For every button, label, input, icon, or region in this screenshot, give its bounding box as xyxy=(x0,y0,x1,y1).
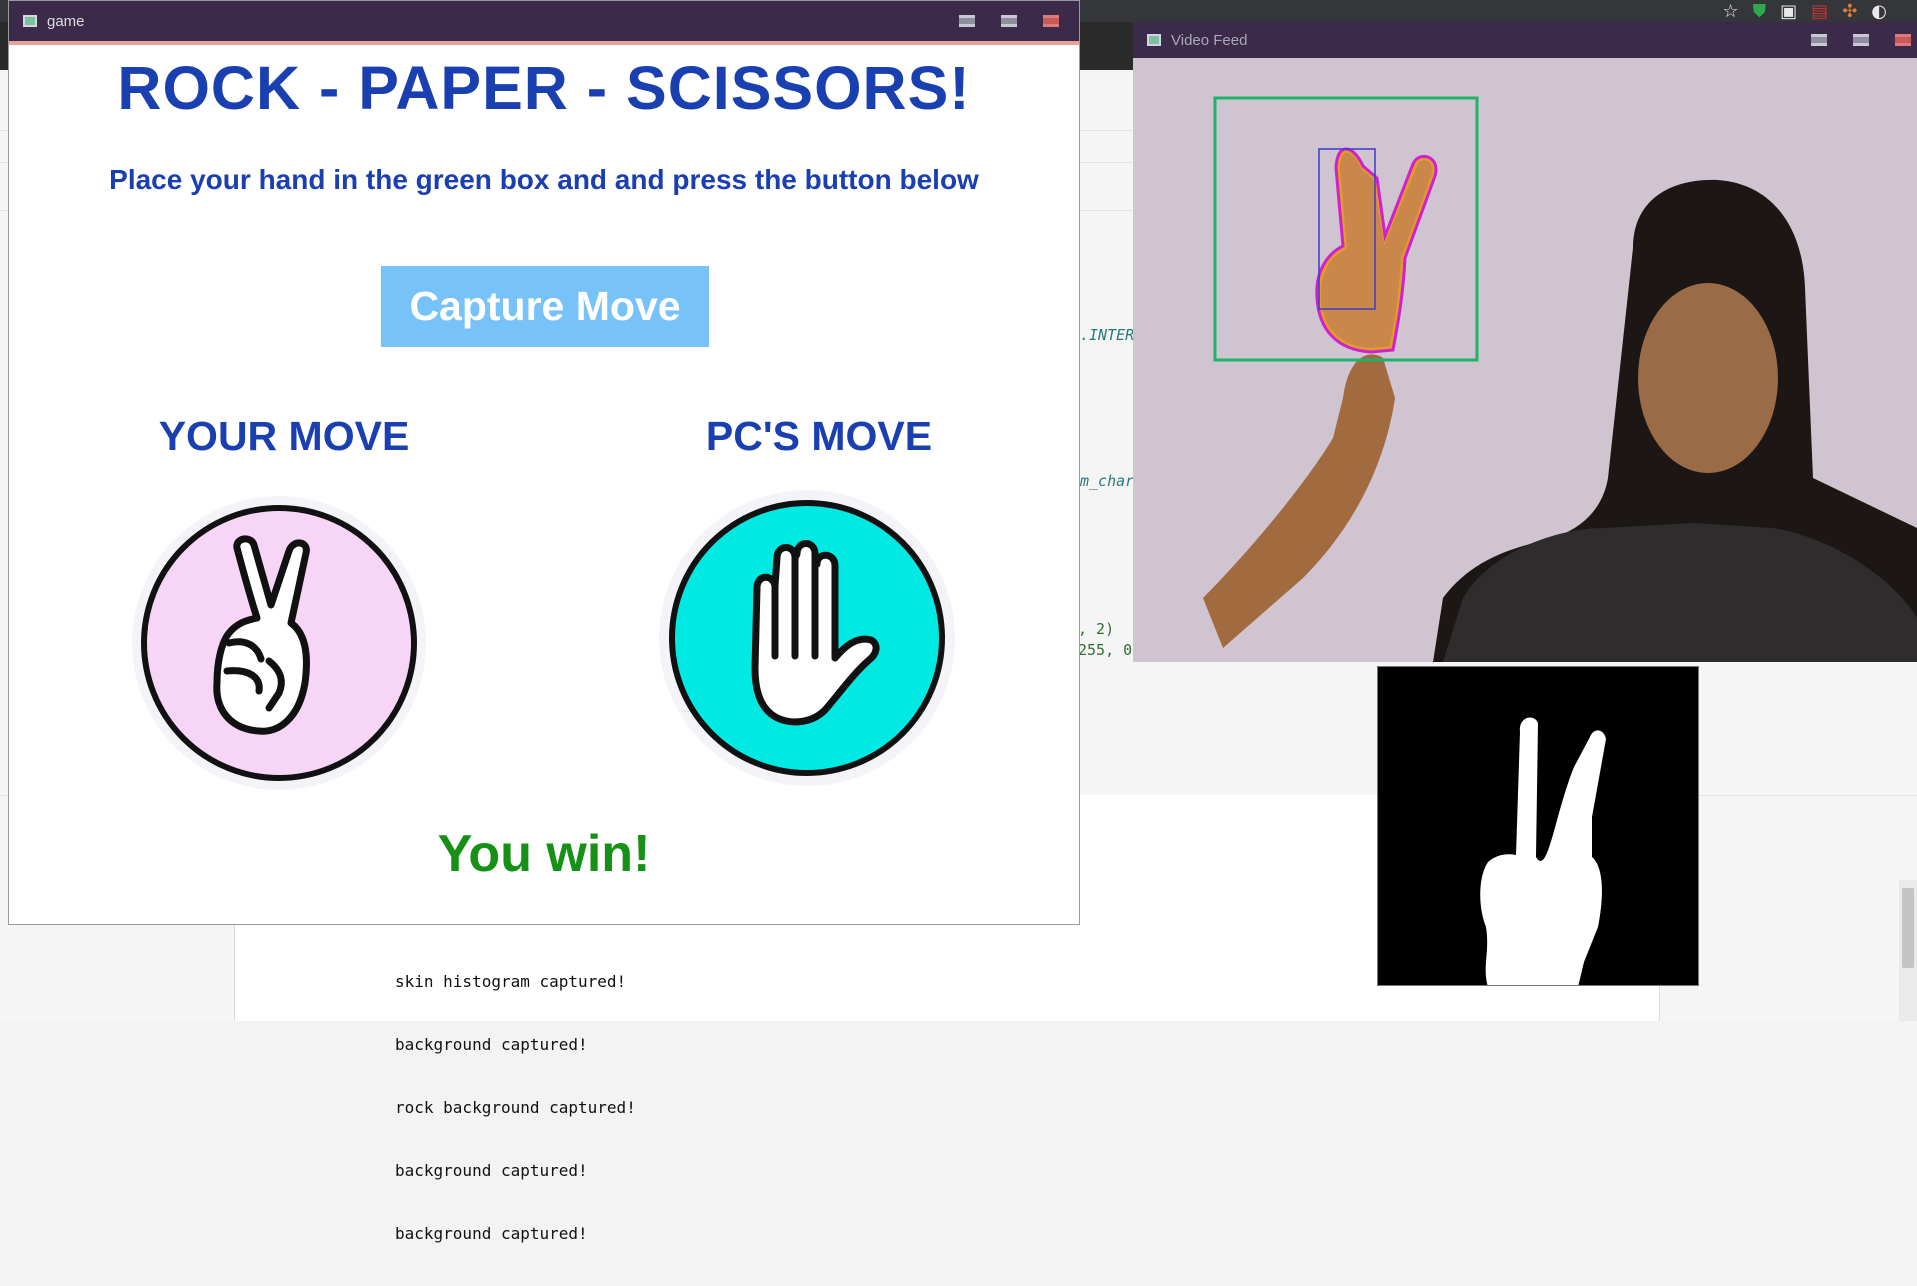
hand-mask-window xyxy=(1377,666,1699,986)
close-icon[interactable] xyxy=(1043,15,1059,27)
pdf-icon[interactable]: ▤ xyxy=(1811,1,1828,22)
game-instruction: Place your hand in the green box and and… xyxy=(109,164,979,195)
console-line: skin histogram captured! xyxy=(395,972,627,991)
window-app-icon xyxy=(1147,34,1161,46)
close-icon[interactable] xyxy=(1895,34,1911,46)
code-fragment: 255, 0 xyxy=(1078,641,1133,659)
profile-icon[interactable]: ◐ xyxy=(1871,1,1887,22)
console-line: background captured! xyxy=(395,1224,588,1243)
code-fragment: .INTER xyxy=(1080,326,1135,344)
game-heading: ROCK - PAPER - SCISSORS! xyxy=(117,54,971,122)
your-move-display xyxy=(132,496,426,790)
maximize-icon[interactable] xyxy=(1853,34,1869,46)
game-window: game ROCK - PAPER - SCISSORS! Place your… xyxy=(8,0,1080,925)
your-move-label: YOUR MOVE xyxy=(158,413,410,459)
game-window-titlebar[interactable]: game xyxy=(9,1,1079,41)
minimize-icon[interactable] xyxy=(959,15,975,27)
game-window-title: game xyxy=(47,12,85,30)
extensions-icon[interactable]: ✣ xyxy=(1842,1,1857,22)
console-lines: skin histogram captured! background capt… xyxy=(395,929,636,1286)
editor-scrollbar-thumb[interactable] xyxy=(1902,888,1914,968)
scissors-mask-silhouette xyxy=(1480,717,1606,985)
code-fragment: m_char xyxy=(1080,472,1135,490)
maximize-icon[interactable] xyxy=(1001,15,1017,27)
console-line: background captured! xyxy=(395,1161,588,1180)
capture-move-button[interactable]: Capture Move xyxy=(381,266,709,347)
tab-icon[interactable]: ▣ xyxy=(1780,1,1797,22)
pc-move-display xyxy=(659,490,955,786)
console-line: rock background captured! xyxy=(395,1098,636,1117)
result-text: You win! xyxy=(437,825,651,883)
shield-check-icon[interactable]: ⛊ xyxy=(1753,1,1767,22)
mask-hand-shape xyxy=(1480,717,1606,985)
titlebar-accent xyxy=(9,41,1079,45)
browser-toolbar-icons: ☆ ⛊ ▣ ▤ ✣ ◐ xyxy=(1723,0,1887,22)
window-controls xyxy=(959,1,1059,41)
video-window-title: Video Feed xyxy=(1171,31,1248,49)
window-app-icon xyxy=(23,15,37,27)
star-icon[interactable]: ☆ xyxy=(1723,1,1739,22)
minimize-icon[interactable] xyxy=(1811,34,1827,46)
console-line: background captured! xyxy=(395,1035,588,1054)
webcam-frame xyxy=(1133,58,1917,662)
video-feed-window: Video Feed xyxy=(1133,22,1917,662)
video-window-titlebar[interactable]: Video Feed xyxy=(1133,22,1917,58)
code-fragment: , 2) xyxy=(1078,620,1115,638)
person-face xyxy=(1638,283,1778,473)
pc-move-label: PC'S MOVE xyxy=(705,413,933,459)
window-controls xyxy=(1811,22,1911,58)
